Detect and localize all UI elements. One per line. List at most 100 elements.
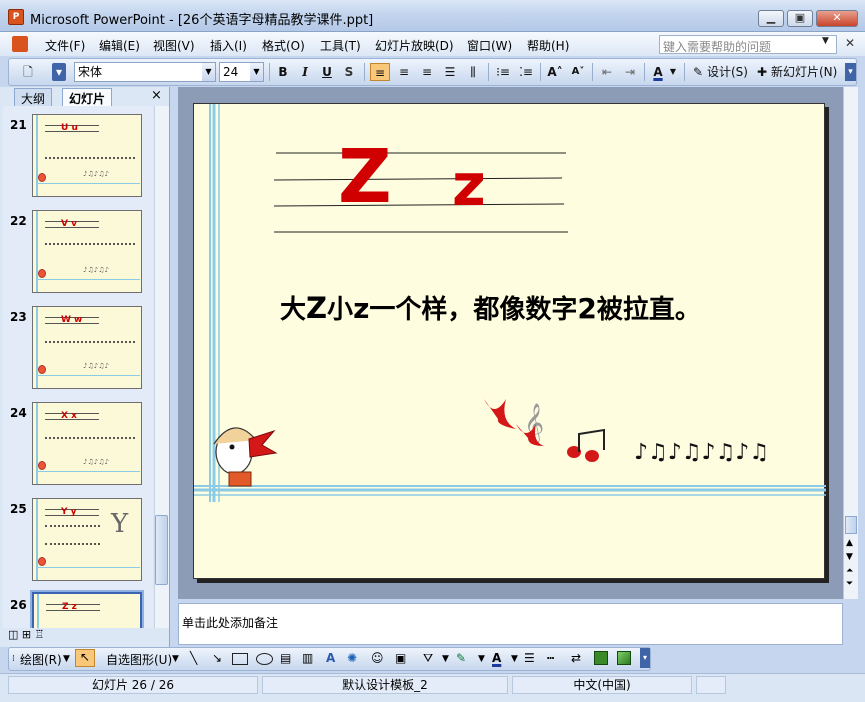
tab-outline[interactable]: 大纲	[14, 88, 53, 106]
rectangle-tool-icon[interactable]	[232, 653, 248, 665]
next-slide-icon[interactable]: ⏷	[846, 579, 853, 589]
toolbar-options-icon[interactable]: ▾	[640, 648, 650, 668]
clipart-icon[interactable]: ☺	[371, 651, 384, 665]
minimize-button[interactable]: ▁	[758, 10, 784, 27]
new-slide-button[interactable]: 新幻灯片(N)	[771, 63, 837, 81]
menu-slideshow[interactable]: 幻灯片放映(D)	[375, 37, 454, 54]
menu-tools[interactable]: 工具(T)	[320, 37, 361, 54]
menu-format[interactable]: 格式(O)	[262, 37, 305, 54]
slide-canvas[interactable]: ♪♫♪♫♪♫♪♫ 𝄞 Z z 大Z小z一个样，都像数字2被拉直。	[193, 103, 826, 579]
line-tool-icon[interactable]: ╲	[190, 651, 197, 665]
chevron-down-icon[interactable]: ▼	[478, 654, 485, 664]
wordart-icon[interactable]: A	[326, 651, 335, 665]
slide-number: 25	[10, 502, 27, 516]
slide-thumbnail-21[interactable]: U u ♪♫♪♫♪	[32, 114, 142, 197]
increase-indent-icon[interactable]: ⇥	[620, 63, 640, 81]
toolbar-options-icon[interactable]: ▾	[845, 63, 856, 81]
menu-help[interactable]: 帮助(H)	[527, 37, 569, 54]
textbox-icon[interactable]: ▤	[280, 651, 291, 665]
scroll-up-icon[interactable]: ▲	[846, 538, 853, 548]
normal-view-icon[interactable]: ◫	[8, 628, 18, 641]
design-button[interactable]: 设计(S)	[707, 63, 748, 81]
chevron-down-icon[interactable]: ▼	[668, 63, 678, 81]
rhyme-text[interactable]: 大Z小z一个样，都像数字2被拉直。	[280, 290, 701, 328]
vertical-textbox-icon[interactable]: ▥	[302, 651, 313, 665]
cartoon-bird-character	[213, 427, 278, 487]
bullet-list-icon[interactable]: ⁚≡	[516, 63, 536, 81]
shadow-button[interactable]: S	[340, 63, 358, 81]
oval-tool-icon[interactable]	[256, 653, 273, 665]
maximize-button[interactable]: ▣	[787, 10, 813, 27]
powerpoint-app-icon[interactable]: P	[8, 9, 24, 25]
select-pointer-icon[interactable]: ↖	[75, 649, 95, 667]
chevron-down-icon[interactable]: ▼	[442, 654, 449, 664]
italic-button[interactable]: I	[296, 63, 314, 81]
draw-menu-button[interactable]: 绘图(R)	[20, 651, 62, 668]
new-document-icon[interactable]: 🗋	[18, 63, 38, 81]
bold-button[interactable]: B	[274, 63, 292, 81]
fill-color-icon[interactable]: ⛛	[423, 651, 433, 666]
tab-slides[interactable]: 幻灯片	[62, 88, 113, 106]
menu-view[interactable]: 视图(V)	[153, 37, 195, 54]
line-color-icon[interactable]: ✎	[456, 651, 466, 665]
autoshapes-button[interactable]: 自选图形(U)	[106, 651, 172, 668]
editor-scrollbar[interactable]: ▲ ▼ ⏶ ⏷	[843, 87, 858, 599]
menu-insert[interactable]: 插入(I)	[210, 37, 247, 54]
slide-thumbnail-26[interactable]: Z z	[30, 590, 144, 628]
align-right-icon[interactable]: ≡	[417, 63, 437, 81]
font-name-combo[interactable]: 宋体 ▼	[74, 62, 216, 82]
pane-close-icon[interactable]: ×	[151, 88, 162, 103]
diagram-icon[interactable]: ✺	[347, 651, 357, 665]
numbered-list-icon[interactable]: ⁝≡	[493, 63, 513, 81]
font-size-combo[interactable]: 24 ▼	[219, 62, 264, 82]
shadow-style-icon[interactable]	[594, 651, 608, 665]
3d-style-icon[interactable]	[617, 651, 631, 665]
doc-icon[interactable]	[12, 36, 28, 52]
status-slide-number: 幻灯片 26 / 26	[8, 676, 258, 694]
align-center-icon[interactable]: ≡	[394, 63, 414, 81]
arrow-style-icon[interactable]: ⇄	[571, 651, 581, 665]
align-left-icon[interactable]: ≡	[370, 63, 390, 81]
menu-window[interactable]: 窗口(W)	[467, 37, 512, 54]
small-letter-z[interactable]: z	[452, 156, 486, 214]
slideshow-view-icon[interactable]: ♖	[35, 628, 45, 641]
chevron-down-icon[interactable]: ▼	[202, 63, 215, 81]
chevron-down-icon[interactable]: ▼	[511, 654, 518, 664]
slide-sorter-icon[interactable]: ⊞	[22, 628, 31, 641]
slide-thumbnail-25[interactable]: Y y Y	[32, 498, 142, 581]
toolbar-separator	[540, 63, 541, 81]
chevron-down-icon[interactable]: ▼	[822, 36, 829, 46]
distributed-icon[interactable]: ☰	[440, 63, 460, 81]
increase-font-icon[interactable]: A˄	[545, 63, 565, 81]
font-color-icon[interactable]: A	[492, 651, 501, 665]
scroll-down-icon[interactable]: ▼	[846, 552, 853, 562]
slide-thumbnail-24[interactable]: X x ♪♫♪♫♪	[32, 402, 142, 485]
underline-button[interactable]: U	[318, 63, 336, 81]
chevron-down-icon[interactable]: ▼	[63, 654, 70, 664]
scrollbar-thumb[interactable]	[155, 515, 168, 585]
document-close-icon[interactable]: ✕	[845, 36, 855, 50]
chevron-down-icon[interactable]: ▼	[172, 654, 179, 664]
decrease-indent-icon[interactable]: ⇤	[597, 63, 617, 81]
big-letter-z[interactable]: Z	[338, 140, 392, 214]
scrollbar-thumb[interactable]	[845, 516, 857, 534]
close-button[interactable]: ✕	[816, 10, 858, 27]
help-search-input[interactable]: 键入需要帮助的问题	[659, 35, 837, 54]
arrow-tool-icon[interactable]: ↘	[212, 651, 222, 665]
previous-slide-icon[interactable]: ⏶	[846, 566, 853, 576]
decrease-font-icon[interactable]: A˅	[568, 63, 588, 81]
menu-edit[interactable]: 编辑(E)	[99, 37, 140, 54]
toolbar-options-icon[interactable]: ▾	[52, 63, 66, 81]
status-template[interactable]: 默认设计模板_2	[262, 676, 508, 694]
menu-file[interactable]: 文件(F)	[45, 37, 85, 54]
dash-style-icon[interactable]: ┅	[547, 651, 554, 665]
slide-thumbnail-23[interactable]: W w ♪♫♪♫♪	[32, 306, 142, 389]
font-color-icon[interactable]: A	[649, 63, 667, 81]
picture-icon[interactable]: ▣	[395, 651, 406, 665]
slide-thumbnail-22[interactable]: V v ♪♫♪♫♪	[32, 210, 142, 293]
line-style-icon[interactable]: ☰	[524, 651, 535, 665]
chevron-down-icon[interactable]: ▼	[250, 63, 263, 81]
status-empty	[696, 676, 726, 694]
notes-pane[interactable]: 单击此处添加备注	[178, 603, 843, 645]
vertical-text-icon[interactable]: ⫼	[463, 63, 483, 81]
